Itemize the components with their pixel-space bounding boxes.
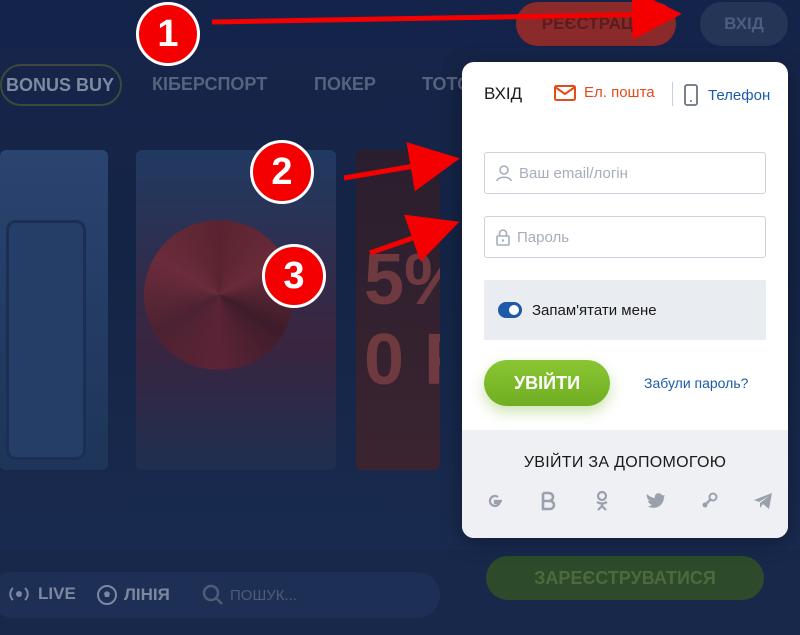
social-icons-row [484,490,774,512]
twitter-icon[interactable] [645,490,667,512]
annotation-marker-3: 3 [262,244,326,308]
phone-illustration [6,220,86,460]
tab-divider [672,82,673,106]
line-tab[interactable]: ЛІНІЯ [96,584,170,606]
login-modal-header: ВХІД Ел. пошта Телефон [462,62,788,124]
live-icon [9,587,29,601]
email-field-wrapper [484,152,766,194]
register-button-bottom[interactable]: ЗАРЕЄСТРУВАТИСЯ [486,556,764,600]
login-modal-title: ВХІД [484,84,523,103]
email-input[interactable] [519,164,759,182]
google-icon[interactable] [484,490,506,512]
odnoklassniki-icon[interactable] [591,490,613,512]
football-icon [97,585,117,605]
bottom-search[interactable]: ПОШУК... [202,584,297,606]
live-tab-label: LIVE [38,584,76,603]
bottom-search-placeholder: ПОШУК... [230,586,297,604]
annotation-marker-2: 2 [250,140,314,204]
password-field-wrapper [484,216,766,258]
vk-icon[interactable] [538,490,560,512]
social-login-title: УВІЙТИ ЗА ДОПОМОГОЮ [523,454,727,471]
top-bar: РЕЄСТРАЦІЯ ВХІД [0,0,800,48]
tab-email[interactable]: Ел. пошта [554,84,655,101]
user-icon [496,165,512,182]
submit-login-button[interactable]: УВІЙТИ [484,360,610,406]
search-icon [202,584,223,605]
promo-banner-wheel[interactable] [136,150,336,470]
lock-icon [496,229,510,246]
tab-phone[interactable]: Телефон [684,84,770,106]
envelope-icon [554,84,576,101]
line-tab-label: ЛІНІЯ [124,585,170,604]
nav-item-poker[interactable]: ПОКЕР [314,74,376,95]
promo-banner-bonus[interactable]: 5%0 F [356,150,440,470]
social-login-section: УВІЙТИ ЗА ДОПОМОГОЮ [462,430,788,538]
promo-banner-text: 5%0 F [364,240,440,400]
password-input[interactable] [517,228,757,246]
tab-phone-label: Телефон [708,86,771,104]
nav-item-bonus-buy[interactable]: BONUS BUY [0,64,122,106]
telegram-icon[interactable] [752,490,774,512]
forgot-password-link[interactable]: Забули пароль? [644,375,748,391]
nav-item-esports[interactable]: КІБЕРСПОРТ [152,74,267,95]
remember-me-row: Запам'ятати мене [484,280,766,340]
steam-icon[interactable] [698,490,720,512]
annotation-marker-1: 1 [136,2,200,66]
promo-banner-app[interactable] [0,150,108,470]
register-button-top[interactable]: РЕЄСТРАЦІЯ [516,2,676,46]
live-tab[interactable]: LIVE [6,584,76,604]
tab-email-label: Ел. пошта [584,84,655,101]
login-button-top[interactable]: ВХІД [700,2,788,46]
login-modal: ВХІД Ел. пошта Телефон Ваш email/логін З… [462,62,788,538]
phone-icon [684,84,698,106]
remember-me-toggle[interactable] [498,302,522,318]
remember-me-label: Запам'ятати мене [532,301,657,319]
